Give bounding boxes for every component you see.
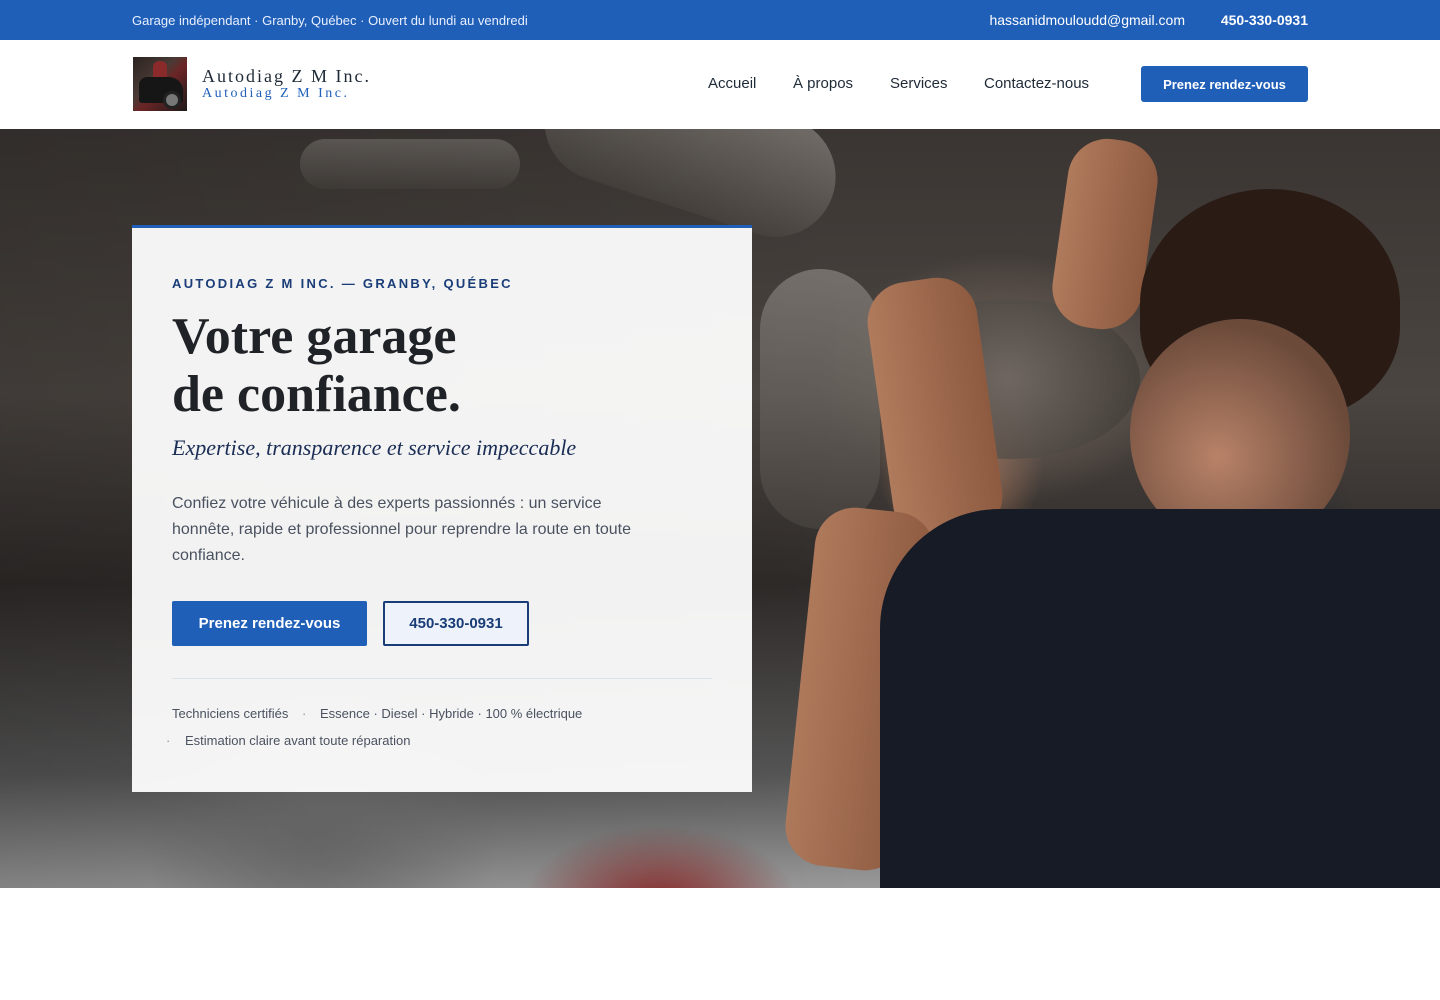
feature-separator: · <box>166 733 171 748</box>
topbar-phone-link[interactable]: 450-330-0931 <box>1221 12 1308 28</box>
nav-item-a-propos[interactable]: À propos <box>793 75 853 92</box>
hero-phone-button[interactable]: 450-330-0931 <box>383 601 529 646</box>
logo-wheel-shape <box>163 91 181 109</box>
logo-image[interactable] <box>133 57 187 111</box>
hero-section: AUTODIAG Z M INC. — GRANBY, QUÉBEC Votre… <box>0 129 1440 888</box>
hero-appointment-button[interactable]: Prenez rendez-vous <box>172 601 367 646</box>
hero-eyebrow: AUTODIAG Z M INC. — GRANBY, QUÉBEC <box>172 276 513 291</box>
site-header: Autodiag Z M Inc. Autodiag Z M Inc. Accu… <box>0 40 1440 129</box>
brand-name: Autodiag Z M Inc. <box>202 66 371 86</box>
nav-item-accueil[interactable]: Accueil <box>708 75 756 92</box>
feature-fuel-types: Essence · Diesel · Hybride · 100 % élect… <box>320 706 583 721</box>
hero-title-line-2: de confiance. <box>172 366 461 423</box>
topbar-email-link[interactable]: hassanidmouloudd@gmail.com <box>989 12 1185 28</box>
nav-item-contactez-nous[interactable]: Contactez-nous <box>984 75 1089 92</box>
topbar-tagline: Garage indépendant · Granby, Québec · Ou… <box>132 13 528 28</box>
hero-title: Votre garage de confiance. <box>172 308 712 424</box>
hero-card: AUTODIAG Z M INC. — GRANBY, QUÉBEC Votre… <box>132 225 752 792</box>
top-info-bar: Garage indépendant · Granby, Québec · Ou… <box>0 0 1440 40</box>
hero-description: Confiez votre véhicule à des experts pas… <box>172 495 631 564</box>
feature-clear-estimate: Estimation claire avant toute réparation <box>185 733 411 748</box>
hero-title-line-1: Votre garage <box>172 308 457 365</box>
hero-tagline: Expertise, transparence et service impec… <box>172 435 577 460</box>
header-appointment-button[interactable]: Prenez rendez-vous <box>1141 66 1308 102</box>
feature-certified-technicians: Techniciens certifiés <box>172 706 289 721</box>
feature-separator: · <box>302 706 307 721</box>
brand-subtitle: Autodiag Z M Inc. <box>202 86 350 101</box>
brand-wordmark[interactable]: Autodiag Z M Inc. Autodiag Z M Inc. <box>202 66 371 101</box>
hero-divider <box>172 678 712 679</box>
nav-item-services[interactable]: Services <box>890 75 948 92</box>
